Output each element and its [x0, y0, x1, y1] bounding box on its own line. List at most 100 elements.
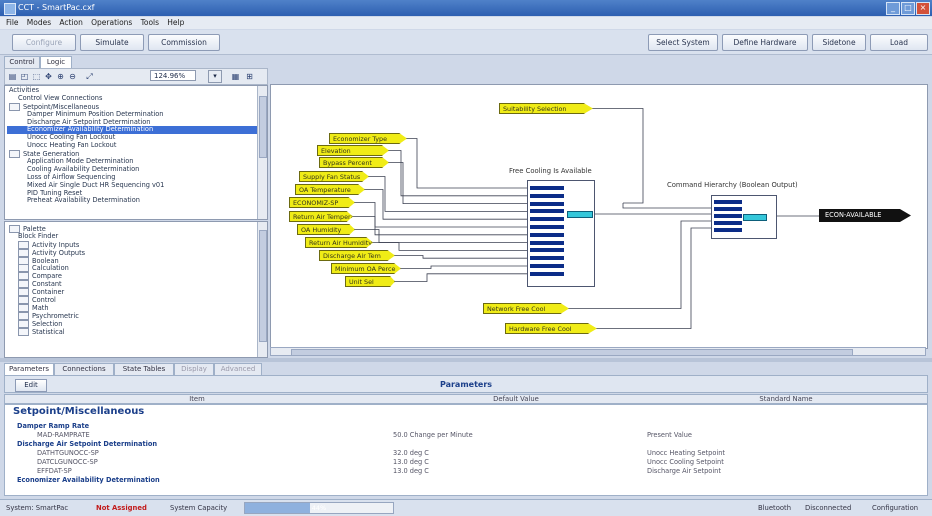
table-row[interactable]: Discharge Air Setpoint Determination — [5, 440, 927, 449]
commission-button[interactable]: Commission — [148, 34, 220, 51]
palette-item[interactable]: Constant — [7, 280, 257, 289]
maximize-button[interactable]: □ — [901, 2, 915, 15]
zoom-input[interactable]: 124.96% — [150, 70, 196, 81]
block-input-pin[interactable] — [530, 240, 564, 245]
menu-tools[interactable]: Tools — [141, 17, 159, 29]
sidetone-button[interactable]: Sidetone — [812, 34, 866, 51]
palette-item[interactable]: Boolean — [7, 256, 257, 265]
input-label[interactable]: Discharge Air Tem — [319, 250, 395, 261]
define-hardware-button[interactable]: Define Hardware — [722, 34, 808, 51]
palette-scrollbar[interactable] — [257, 222, 267, 357]
tab-display[interactable]: Display — [174, 363, 214, 375]
configure-button[interactable]: Configure — [12, 34, 76, 51]
palette-item[interactable]: Psychrometric — [7, 311, 257, 320]
tab-advanced[interactable]: Advanced — [214, 363, 262, 375]
input-label[interactable]: Hardware Free Cool — [505, 323, 597, 334]
block-input-pin[interactable] — [530, 264, 564, 268]
input-label[interactable]: OA Humidity — [297, 224, 355, 235]
block-input-pin[interactable] — [714, 214, 742, 218]
block-input-pin[interactable] — [530, 256, 564, 261]
tab-control[interactable]: Control — [4, 56, 40, 68]
block-output-pin[interactable] — [743, 214, 767, 221]
column-standard-name[interactable]: Standard Name — [645, 395, 927, 404]
block-input-pin[interactable] — [530, 217, 564, 222]
palette-item[interactable]: Activity Outputs — [7, 248, 257, 257]
zoom-out-icon[interactable]: ⊖ — [68, 72, 77, 81]
close-button[interactable]: × — [916, 2, 930, 15]
input-label[interactable]: Unit Sel — [345, 276, 395, 287]
menu-file[interactable]: File — [6, 17, 19, 29]
palette-item[interactable]: Compare — [7, 272, 257, 281]
block-input-pin[interactable] — [530, 232, 564, 237]
block-input-pin[interactable] — [714, 228, 742, 232]
column-item[interactable]: Item — [5, 395, 389, 404]
tab-connections[interactable]: Connections — [54, 363, 114, 375]
block-input-pin[interactable] — [714, 200, 742, 204]
menu-operations[interactable]: Operations — [91, 17, 132, 29]
tab-logic[interactable]: Logic — [40, 56, 72, 68]
zoom-dropdown-button[interactable]: ▾ — [208, 70, 222, 83]
activities-scrollbar[interactable] — [257, 86, 267, 219]
input-label[interactable]: OA Temperature — [295, 184, 365, 195]
palette-item[interactable]: Control — [7, 296, 257, 305]
menu-action[interactable]: Action — [59, 17, 83, 29]
print-icon[interactable]: ▤ — [8, 72, 17, 81]
input-label[interactable]: Return Air Tempera — [289, 211, 353, 222]
palette-item[interactable]: Statistical — [7, 327, 257, 336]
table-row[interactable]: EFFDAT-SP 13.0 deg C Discharge Air Setpoin… — [5, 467, 927, 476]
input-label[interactable]: Supply Fan Status — [299, 171, 369, 182]
table-row[interactable]: Economizer Availability Determination — [5, 476, 927, 485]
activity-item[interactable]: Unocc Heating Fan Lockout — [7, 141, 257, 150]
block-input-pin[interactable] — [714, 221, 742, 225]
activity-item[interactable]: Control View Connections — [7, 94, 257, 103]
select-icon[interactable]: ⬚ — [32, 72, 41, 81]
block-input-pin[interactable] — [530, 225, 564, 229]
preview-icon[interactable]: ◰ — [20, 72, 29, 81]
tab-state-tables[interactable]: State Tables — [114, 363, 174, 375]
zoom-in-icon[interactable]: ⊕ — [56, 72, 65, 81]
menu-modes[interactable]: Modes — [27, 17, 51, 29]
grid-icon[interactable]: ▦ — [231, 72, 240, 81]
tab-parameters[interactable]: Parameters — [4, 363, 54, 375]
input-label[interactable]: Economizer Type — [329, 133, 407, 144]
palette-item[interactable]: Selection — [7, 319, 257, 328]
input-label[interactable]: Suitability Selection — [499, 103, 593, 114]
logic-diagram-canvas[interactable]: Free Cooling Is Available Economizer Type… — [270, 84, 928, 349]
table-row[interactable]: MAD-RAMPRATE 50.0 Change per Minute Presen… — [5, 431, 927, 440]
block-input-pin[interactable] — [530, 186, 564, 190]
panel-splitter[interactable] — [0, 358, 932, 362]
block-output-pin[interactable] — [567, 211, 593, 218]
diagram-horizontal-scrollbar[interactable] — [270, 347, 926, 356]
output-label[interactable]: ECON-AVAILABLE — [819, 209, 911, 222]
block-input-pin[interactable] — [530, 209, 564, 214]
input-label[interactable]: Elevation — [317, 145, 389, 156]
palette-item[interactable]: Calculation — [7, 264, 257, 273]
block-input-pin[interactable] — [530, 271, 564, 276]
palette-item[interactable]: Block Finder — [7, 232, 257, 241]
column-default-value[interactable]: Default Value — [391, 395, 641, 404]
block-input-pin[interactable] — [714, 207, 742, 211]
palette-item[interactable]: Container — [7, 288, 257, 297]
minimize-button[interactable]: _ — [886, 2, 900, 15]
input-label[interactable]: Minimum OA Perce — [331, 263, 401, 274]
select-system-button[interactable]: Select System — [648, 34, 718, 51]
table-row[interactable]: Damper Ramp Rate — [5, 422, 927, 431]
input-label[interactable]: Bypass Percent — [319, 157, 389, 168]
block-input-pin[interactable] — [530, 193, 564, 198]
palette-item[interactable]: Activity Inputs — [7, 240, 257, 249]
table-row[interactable]: DATHTGUNOCC-SP 32.0 deg C Unocc Heating Se… — [5, 449, 927, 458]
fit-icon[interactable]: ⤢ — [85, 72, 94, 81]
add-icon[interactable]: ⊞ — [245, 72, 254, 81]
block-input-pin[interactable] — [530, 248, 564, 253]
pan-icon[interactable]: ✥ — [44, 72, 53, 81]
activity-item[interactable]: Preheat Availability Determination — [7, 197, 257, 205]
palette-item[interactable]: Math — [7, 303, 257, 312]
simulate-button[interactable]: Simulate — [80, 34, 144, 51]
input-label[interactable]: Return Air Humidity — [305, 237, 373, 248]
input-label[interactable]: Network Free Cool — [483, 303, 569, 314]
input-label[interactable]: ECONOMIZ-SP — [289, 197, 355, 208]
load-button[interactable]: Load — [870, 34, 928, 51]
table-row[interactable]: DATCLGUNOCC-SP 13.0 deg C Unocc Cooling Se… — [5, 458, 927, 467]
menu-help[interactable]: Help — [167, 17, 184, 29]
block-input-pin[interactable] — [530, 201, 564, 206]
